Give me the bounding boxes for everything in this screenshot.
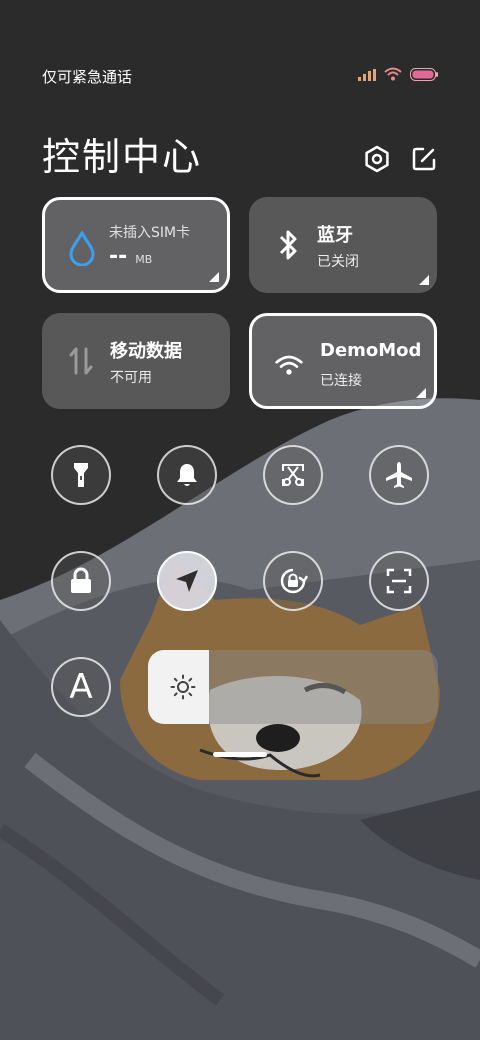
wifi-icon bbox=[275, 355, 303, 375]
data-arrows-icon bbox=[69, 347, 93, 375]
lock-icon bbox=[71, 567, 91, 593]
sim-status: 未插入SIM卡 bbox=[109, 225, 191, 241]
wifi-network-name: DemoMod bbox=[320, 340, 422, 361]
brightness-slider[interactable] bbox=[148, 650, 438, 724]
location-toggle[interactable] bbox=[157, 551, 217, 611]
expand-corner bbox=[209, 272, 219, 282]
data-usage-value: -- bbox=[109, 244, 128, 269]
sun-icon bbox=[170, 674, 196, 700]
expand-corner bbox=[419, 275, 429, 285]
data-usage-tile[interactable]: 未插入SIM卡 -- MB bbox=[42, 197, 230, 293]
bluetooth-label: 蓝牙 bbox=[317, 225, 353, 246]
scanner-toggle[interactable] bbox=[369, 551, 429, 611]
data-usage-unit: MB bbox=[135, 253, 153, 266]
airplane-icon bbox=[386, 462, 412, 488]
auto-rotate-toggle[interactable] bbox=[263, 551, 323, 611]
silent-toggle[interactable] bbox=[157, 445, 217, 505]
settings-icon[interactable] bbox=[362, 144, 392, 174]
auto-brightness-toggle[interactable]: A bbox=[51, 657, 111, 717]
drag-handle[interactable] bbox=[213, 752, 267, 757]
status-icons bbox=[358, 66, 438, 85]
letter-a-icon: A bbox=[69, 667, 93, 707]
page-title: 控制中心 bbox=[42, 135, 203, 179]
scan-icon bbox=[386, 568, 412, 594]
carrier-status: 仅可紧急通话 bbox=[42, 68, 133, 86]
bluetooth-tile[interactable]: 蓝牙 已关闭 bbox=[249, 197, 437, 293]
bluetooth-icon bbox=[279, 230, 297, 260]
mobile-data-status: 不可用 bbox=[110, 370, 152, 386]
bluetooth-status: 已关闭 bbox=[317, 254, 359, 270]
wifi-status: 已连接 bbox=[320, 373, 362, 389]
lock-screen-toggle[interactable] bbox=[51, 551, 111, 611]
mobile-data-label: 移动数据 bbox=[110, 341, 182, 362]
wifi-icon bbox=[384, 66, 402, 85]
location-arrow-icon bbox=[176, 570, 198, 592]
expand-corner bbox=[416, 388, 426, 398]
rotate-lock-icon bbox=[280, 568, 308, 594]
flashlight-icon bbox=[74, 463, 88, 487]
airplane-toggle[interactable] bbox=[369, 445, 429, 505]
flashlight-toggle[interactable] bbox=[51, 445, 111, 505]
edit-icon[interactable] bbox=[409, 144, 439, 174]
bell-icon bbox=[177, 464, 197, 486]
water-drop-icon bbox=[69, 230, 95, 266]
wifi-tile[interactable]: DemoMod 已连接 bbox=[249, 313, 437, 409]
mobile-data-tile[interactable]: 移动数据 不可用 bbox=[42, 313, 230, 409]
signal-icon bbox=[358, 66, 376, 85]
screenshot-toggle[interactable] bbox=[263, 445, 323, 505]
scissors-icon bbox=[282, 464, 304, 486]
battery-icon bbox=[410, 66, 438, 85]
